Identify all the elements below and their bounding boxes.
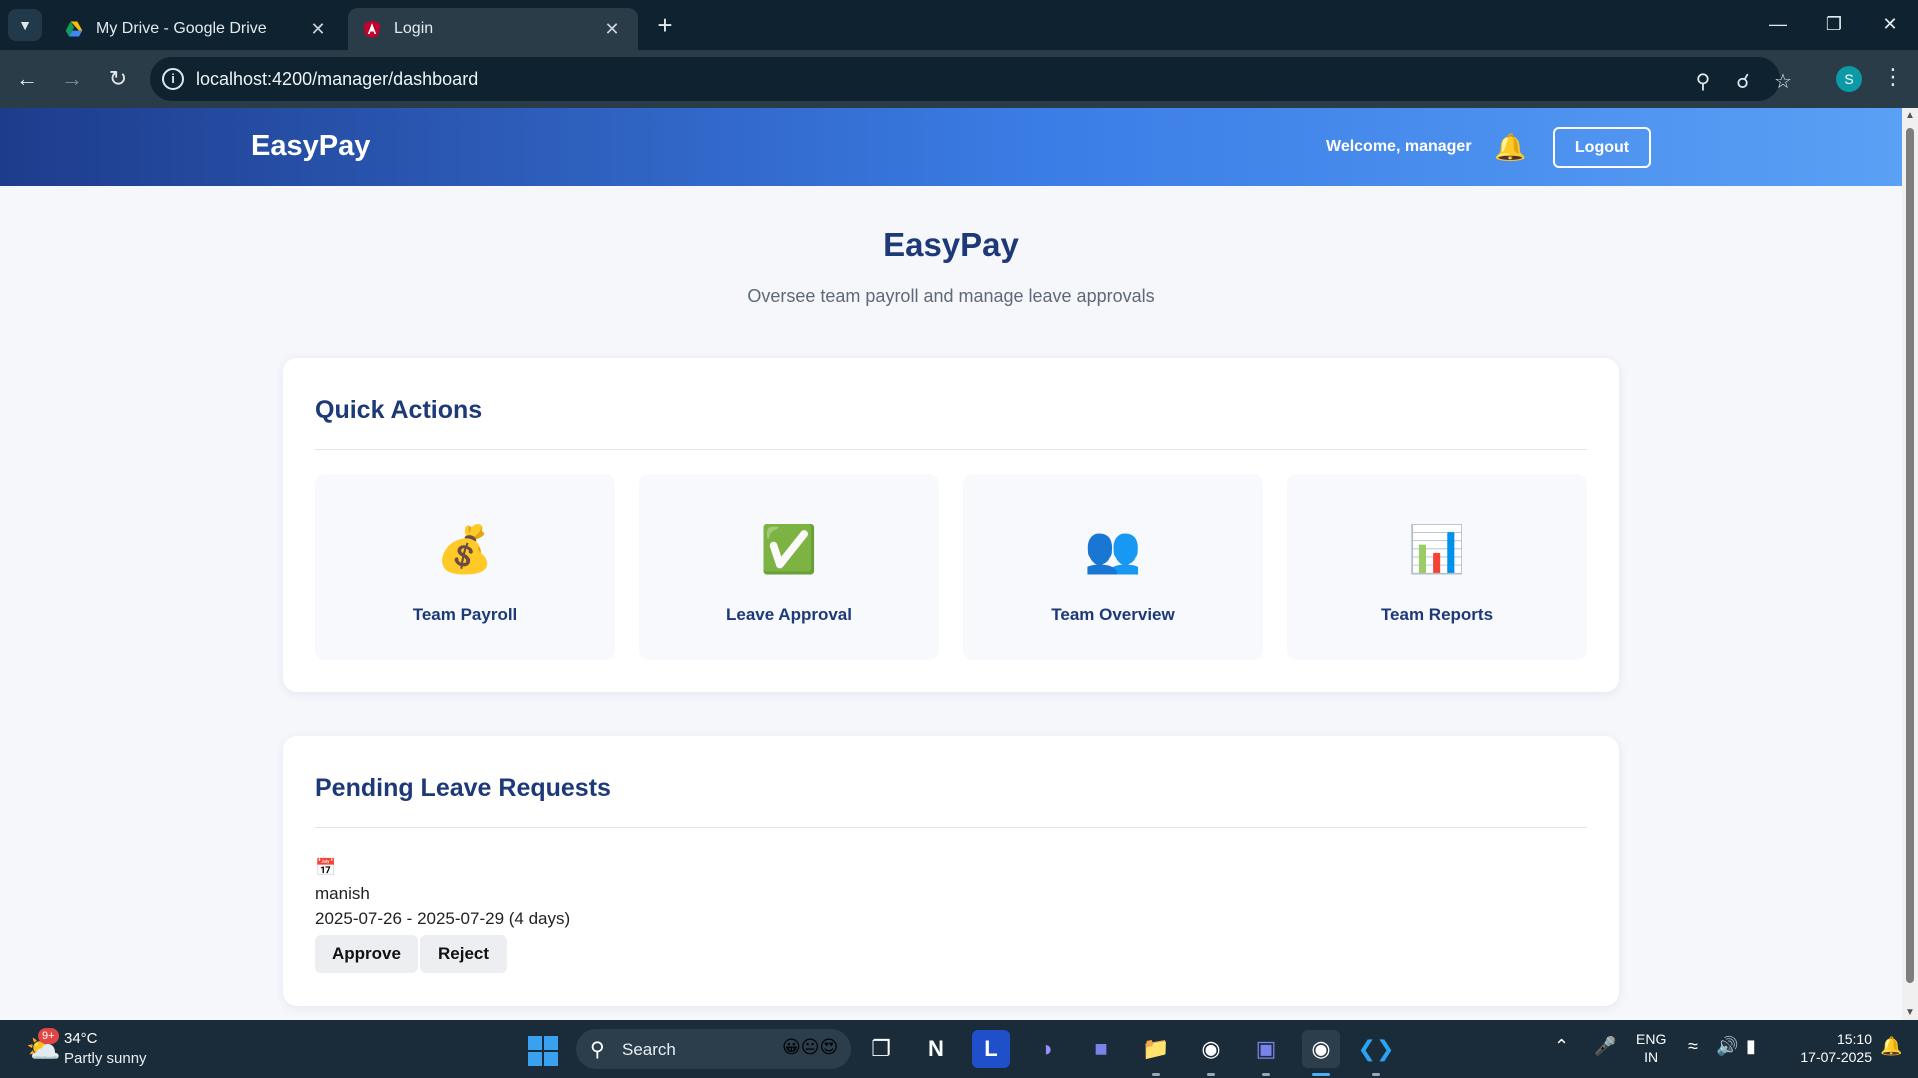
quick-actions-title: Quick Actions [315,396,483,424]
welcome-text: Welcome, manager [1326,138,1472,155]
system-clock[interactable]: 15:10 17-07-2025 [1788,1030,1872,1066]
task-view-icon[interactable]: ❐ [862,1030,900,1068]
divider [315,449,1587,450]
windows-taskbar: ⛅ 9+ 34°C Partly sunny ⚲ Search 😀😐😍 ❐ N … [0,1020,1918,1078]
running-indicator [1372,1073,1380,1076]
search-highlight-icon: 😀😐😍 [782,1037,839,1057]
approve-button[interactable]: Approve [315,935,418,973]
reject-button[interactable]: Reject [420,935,507,973]
taskbar-search[interactable]: ⚲ Search 😀😐😍 [576,1029,851,1069]
team-overview-tile[interactable]: 👥 Team Overview [963,474,1263,660]
site-info-icon[interactable]: i [162,68,184,90]
bar-chart-icon: 📊 [1408,523,1466,575]
page-viewport: EasyPay Welcome, manager 🔔 Logout EasyPa… [0,108,1918,1020]
tab-google-drive[interactable]: My Drive - Google Drive ✕ [50,8,344,50]
restore-icon[interactable]: ❐ [1814,8,1854,40]
chrome-active-icon[interactable]: ◉ [1302,1030,1340,1068]
notification-bell-icon[interactable]: 🔔 [1494,132,1526,163]
clock-date: 17-07-2025 [1800,1049,1872,1065]
chrome-icon[interactable]: ◉ [1192,1030,1230,1068]
team-reports-tile[interactable]: 📊 Team Reports [1287,474,1587,660]
region-code: IN [1644,1049,1659,1065]
url-text[interactable]: localhost:4200/manager/dashboard [196,69,478,90]
close-tab-icon[interactable]: ✕ [600,19,624,40]
volume-icon[interactable]: 🔊 [1716,1036,1738,1057]
browser-tab-strip: ▼ My Drive - Google Drive ✕ Login ✕ + — … [0,0,1918,50]
file-explorer-icon[interactable]: 📁 [1137,1030,1175,1068]
back-icon[interactable]: ← [12,65,42,93]
page-subtitle: Oversee team payroll and manage leave ap… [747,286,1155,306]
language-code: ENG [1636,1031,1667,1047]
l-app-icon[interactable]: L [972,1030,1010,1068]
google-drive-icon [65,21,83,37]
battery-icon[interactable]: ▮ [1746,1036,1756,1057]
tab-login[interactable]: Login ✕ [348,8,638,50]
page-title: EasyPay [883,226,1019,263]
teams-work-icon[interactable]: ▣ [1247,1030,1285,1068]
search-icon: ⚲ [590,1039,605,1061]
running-indicator [1262,1073,1270,1076]
running-indicator [1207,1073,1215,1076]
calendar-icon: 📅 [315,858,337,877]
scrollbar-thumb[interactable] [1906,128,1914,983]
team-payroll-tile[interactable]: 💰 Team Payroll [315,474,615,660]
angular-icon [363,20,381,39]
password-key-icon[interactable]: ⚲ [1690,69,1716,94]
page-scrollbar[interactable]: ▲ ▼ [1902,108,1918,1020]
clock-time: 15:10 [1836,1031,1872,1047]
language-indicator[interactable]: ENG IN [1636,1030,1666,1066]
browser-menu-icon[interactable]: ⋮ [1880,64,1906,90]
leave-approval-tile[interactable]: ✅ Leave Approval [639,474,939,660]
tile-label: Team Overview [1051,605,1175,624]
check-box-icon: ✅ [760,523,818,575]
money-bag-icon: 💰 [436,523,494,575]
teams-icon[interactable]: ■ [1082,1030,1120,1068]
profile-avatar[interactable]: S [1836,66,1862,92]
request-employee-name: manish [315,884,370,903]
tile-label: Team Payroll [412,605,518,624]
windows-start-icon[interactable] [528,1036,558,1066]
running-indicator [1152,1073,1160,1076]
pending-leave-card: Pending Leave Requests 📅 manish 2025-07-… [283,736,1619,1006]
notifications-icon[interactable]: 🔔 [1880,1036,1902,1057]
reload-icon[interactable]: ↻ [103,65,133,93]
scroll-up-icon[interactable]: ▲ [1904,110,1916,121]
weather-condition[interactable]: Partly sunny [64,1050,147,1067]
vscode-icon[interactable]: ❮❯ [1357,1030,1395,1068]
scroll-down-icon[interactable]: ▼ [1904,1007,1916,1018]
people-icon: 👥 [1084,523,1142,575]
quick-actions-card: Quick Actions 💰 Team Payroll ✅ Leave App… [283,358,1619,692]
address-bar[interactable]: i localhost:4200/manager/dashboard ⚲ ☌ ☆ [150,57,1792,101]
new-tab-button[interactable]: + [650,10,680,40]
logout-button[interactable]: Logout [1553,127,1651,168]
forward-icon[interactable]: → [57,65,87,93]
close-tab-icon[interactable]: ✕ [306,19,330,40]
wifi-icon[interactable]: ≈ [1688,1036,1698,1057]
bookmark-star-icon[interactable]: ☆ [1770,69,1796,94]
app-header: EasyPay Welcome, manager 🔔 Logout [0,108,1902,186]
active-indicator [1312,1073,1330,1076]
eclipse-icon[interactable]: ◑ [1027,1030,1065,1068]
notion-icon[interactable]: N [917,1030,955,1068]
tab-title: My Drive - Google Drive [96,20,267,37]
minimize-icon[interactable]: — [1758,8,1798,40]
show-hidden-icons-icon[interactable]: ⌃ [1554,1036,1569,1057]
microphone-icon[interactable]: 🎤 [1594,1036,1616,1057]
tile-label: Leave Approval [726,605,852,624]
search-label: Search [622,1040,676,1059]
close-window-icon[interactable]: ✕ [1870,8,1910,40]
request-dates: 2025-07-26 - 2025-07-29 (4 days) [315,909,571,928]
weather-badge: 9+ [38,1028,59,1044]
brand-logo[interactable]: EasyPay [251,130,370,163]
temperature[interactable]: 34°C [64,1030,98,1047]
tab-search-dropdown-button[interactable]: ▼ [8,9,42,41]
pending-leave-title: Pending Leave Requests [315,774,611,802]
browser-toolbar: ← → ↻ i localhost:4200/manager/dashboard… [0,50,1918,108]
tile-label: Team Reports [1380,605,1494,624]
tab-title: Login [394,20,434,37]
zoom-icon[interactable]: ☌ [1730,69,1756,94]
divider [315,827,1587,828]
